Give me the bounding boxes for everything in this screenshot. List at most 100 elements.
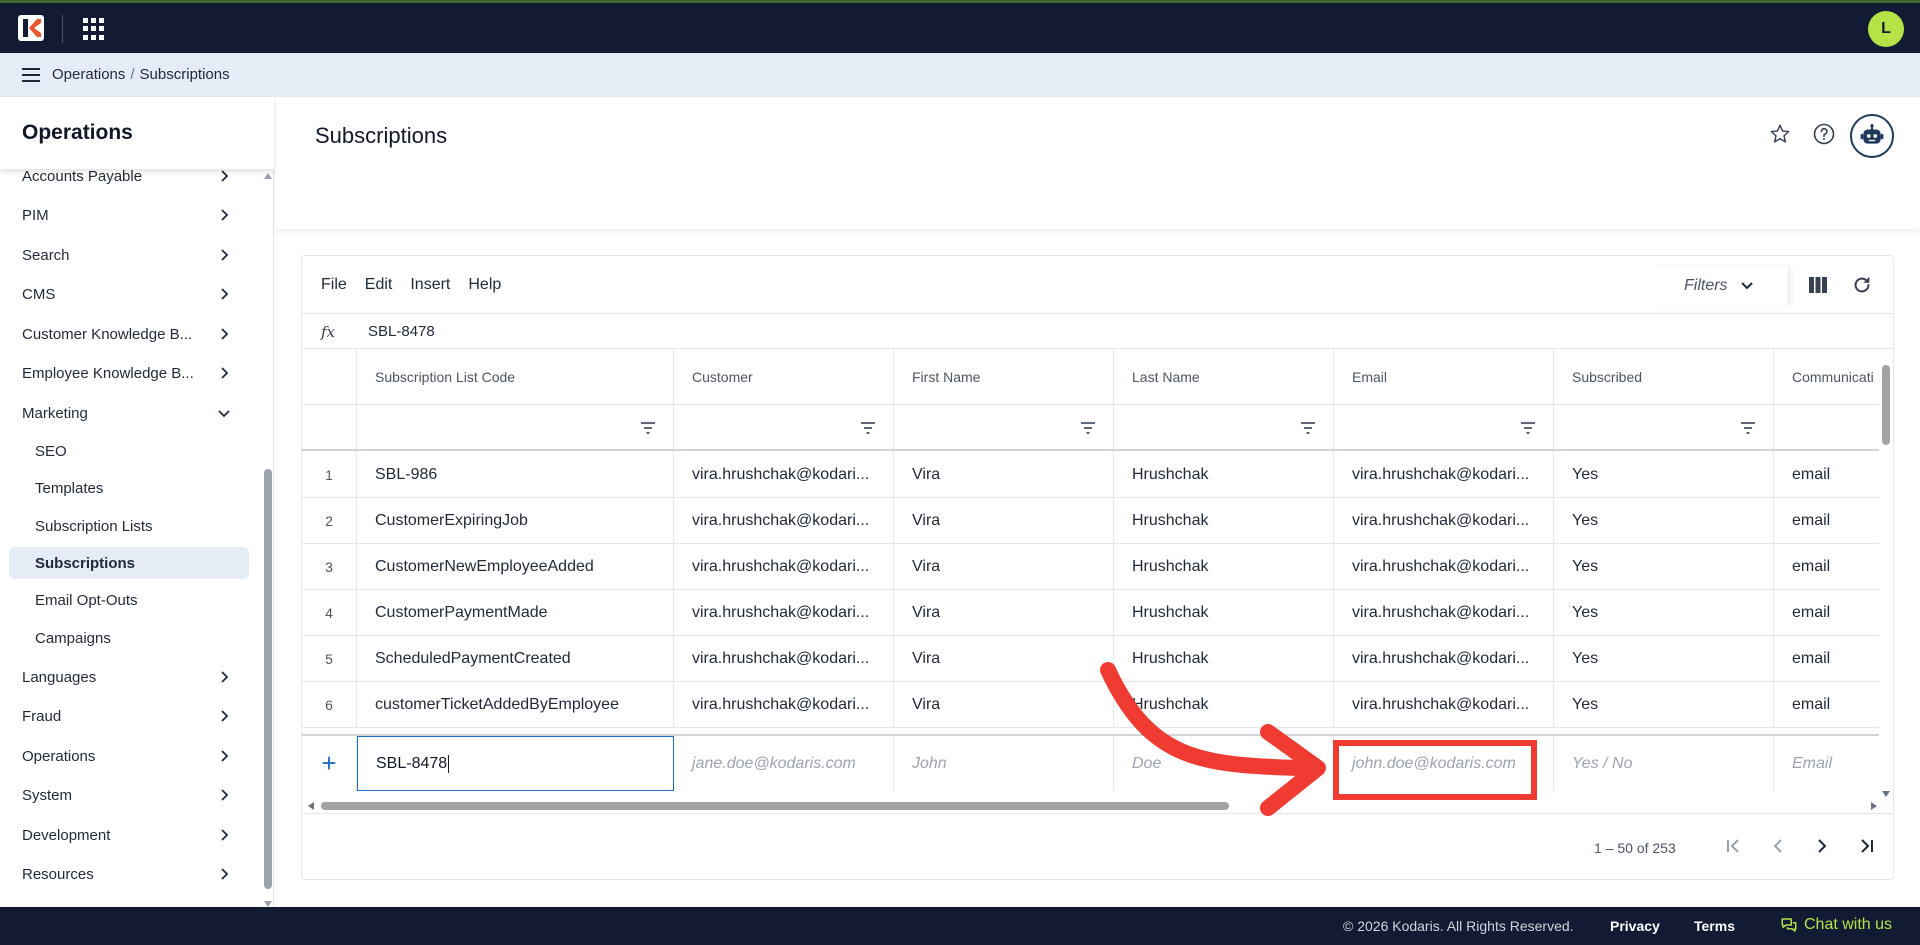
table-cell[interactable]: email	[1774, 544, 1879, 589]
column-filter-cell[interactable]	[1774, 405, 1879, 449]
table-row[interactable]: 2 CustomerExpiringJob vira.hrushchak@kodar…	[302, 498, 1879, 544]
new-row-first-name-input[interactable]: John	[894, 736, 1114, 791]
first-page-icon[interactable]	[1722, 834, 1746, 858]
column-filter-cell[interactable]	[1554, 405, 1774, 449]
table-cell[interactable]: Hrushchak	[1114, 636, 1334, 681]
sidebar-item-campaigns[interactable]: Campaigns	[0, 622, 250, 654]
grid-vertical-scrollbar[interactable]	[1879, 349, 1893, 799]
table-cell[interactable]: Yes	[1554, 498, 1774, 543]
table-cell[interactable]: vira.hrushchak@kodari...	[1334, 682, 1554, 727]
table-cell[interactable]: CustomerPaymentMade	[357, 590, 674, 635]
last-page-icon[interactable]	[1854, 834, 1878, 858]
grid-horizontal-scrollbar[interactable]	[306, 799, 1879, 813]
table-cell[interactable]: SBL-986	[357, 452, 674, 497]
user-avatar[interactable]: L	[1868, 11, 1904, 47]
table-cell[interactable]: Hrushchak	[1114, 452, 1334, 497]
column-header[interactable]: Subscription List Code	[357, 349, 674, 404]
menu-edit[interactable]: Edit	[365, 276, 393, 294]
sidebar-item-operations[interactable]: Operations	[0, 740, 250, 772]
table-cell[interactable]: vira.hrushchak@kodari...	[1334, 498, 1554, 543]
column-filter-cell[interactable]	[1114, 405, 1334, 449]
column-filter-icon[interactable]	[861, 422, 875, 434]
table-cell[interactable]: Hrushchak	[1114, 544, 1334, 589]
new-row-subscribed-input[interactable]: Yes / No	[1554, 736, 1774, 791]
table-cell[interactable]: Yes	[1554, 590, 1774, 635]
table-cell[interactable]: Hrushchak	[1114, 590, 1334, 635]
sidebar-item-languages[interactable]: Languages	[0, 661, 250, 693]
column-header[interactable]: Communicati	[1774, 349, 1879, 404]
sidebar-item-email-opt-outs[interactable]: Email Opt-Outs	[0, 584, 250, 616]
kodaris-logo-icon[interactable]	[18, 15, 44, 41]
refresh-icon[interactable]	[1850, 273, 1874, 297]
table-cell[interactable]: email	[1774, 498, 1879, 543]
column-header[interactable]: Email	[1334, 349, 1554, 404]
table-cell[interactable]: vira.hrushchak@kodari...	[1334, 590, 1554, 635]
new-row-communication-input[interactable]: Email	[1774, 736, 1879, 791]
table-cell[interactable]: Hrushchak	[1114, 682, 1334, 727]
hamburger-menu-icon[interactable]	[22, 68, 40, 82]
table-cell[interactable]: email	[1774, 452, 1879, 497]
table-row[interactable]: 1 SBL-986 vira.hrushchak@kodari... Vira Hrus…	[302, 452, 1879, 498]
new-row-customer-input[interactable]: jane.doe@kodaris.com	[674, 736, 894, 791]
footer-privacy-link[interactable]: Privacy	[1610, 918, 1660, 934]
table-row[interactable]: 3 CustomerNewEmployeeAdded vira.hrushchak@…	[302, 544, 1879, 590]
new-row-code-input[interactable]: SBL-8478	[357, 736, 674, 791]
table-cell[interactable]: Vira	[894, 682, 1114, 727]
table-cell[interactable]: CustomerExpiringJob	[357, 498, 674, 543]
table-cell[interactable]: vira.hrushchak@kodari...	[1334, 544, 1554, 589]
breadcrumb-item-operations[interactable]: Operations	[52, 66, 125, 83]
table-cell[interactable]: Vira	[894, 590, 1114, 635]
chat-with-us-button[interactable]: Chat with us	[1780, 916, 1892, 934]
columns-icon[interactable]	[1806, 273, 1830, 297]
sidebar-item-pim[interactable]: PIM	[0, 199, 250, 231]
menu-help[interactable]: Help	[468, 276, 501, 294]
add-row-button[interactable]: +	[302, 736, 357, 791]
sidebar-scrollbar[interactable]	[262, 169, 274, 907]
table-cell[interactable]: vira.hrushchak@kodari...	[1334, 636, 1554, 681]
sidebar-item-accounts-payable[interactable]: Accounts Payable	[0, 169, 250, 192]
sidebar-item-customer-knowledge-b[interactable]: Customer Knowledge B...	[0, 318, 250, 350]
table-row[interactable]: 4 CustomerPaymentMade vira.hrushchak@kodar…	[302, 590, 1879, 636]
column-filter-icon[interactable]	[1301, 422, 1315, 434]
column-filter-cell[interactable]	[674, 405, 894, 449]
sidebar-item-system[interactable]: System	[0, 779, 250, 811]
table-cell[interactable]: Hrushchak	[1114, 498, 1334, 543]
favorite-star-icon[interactable]	[1765, 119, 1795, 149]
column-header[interactable]: Subscribed	[1554, 349, 1774, 404]
sidebar-item-fraud[interactable]: Fraud	[0, 700, 250, 732]
sidebar-item-subscriptions[interactable]: Subscriptions	[9, 547, 249, 579]
table-cell[interactable]: Yes	[1554, 682, 1774, 727]
help-icon[interactable]	[1809, 119, 1839, 149]
table-cell[interactable]: CustomerNewEmployeeAdded	[357, 544, 674, 589]
sidebar-item-development[interactable]: Development	[0, 819, 250, 851]
sidebar-item-cms[interactable]: CMS	[0, 278, 250, 310]
sidebar-item-resources[interactable]: Resources	[0, 858, 250, 890]
table-cell[interactable]: vira.hrushchak@kodari...	[1334, 452, 1554, 497]
table-cell[interactable]: vira.hrushchak@kodari...	[674, 544, 894, 589]
footer-terms-link[interactable]: Terms	[1694, 918, 1735, 934]
table-cell[interactable]: vira.hrushchak@kodari...	[674, 590, 894, 635]
table-cell[interactable]: email	[1774, 590, 1879, 635]
column-filter-icon[interactable]	[641, 422, 655, 434]
table-cell[interactable]: Vira	[894, 636, 1114, 681]
column-filter-cell[interactable]	[357, 405, 674, 449]
menu-file[interactable]: File	[321, 276, 347, 294]
table-cell[interactable]: vira.hrushchak@kodari...	[674, 682, 894, 727]
sidebar-item-search[interactable]: Search	[0, 239, 250, 271]
sidebar-item-templates[interactable]: Templates	[0, 472, 250, 504]
next-page-icon[interactable]	[1810, 834, 1834, 858]
table-cell[interactable]: vira.hrushchak@kodari...	[674, 498, 894, 543]
table-cell[interactable]: Vira	[894, 452, 1114, 497]
table-cell[interactable]: email	[1774, 682, 1879, 727]
column-filter-icon[interactable]	[1081, 422, 1095, 434]
column-header[interactable]: First Name	[894, 349, 1114, 404]
column-filter-icon[interactable]	[1741, 422, 1755, 434]
table-cell[interactable]: vira.hrushchak@kodari...	[674, 636, 894, 681]
table-row[interactable]: 6 customerTicketAddedByEmployee vira.hrush…	[302, 682, 1879, 728]
assistant-bot-button[interactable]	[1850, 114, 1894, 158]
column-filter-cell[interactable]	[894, 405, 1114, 449]
table-row[interactable]: 5 ScheduledPaymentCreated vira.hrushchak@k…	[302, 636, 1879, 682]
column-header[interactable]: Last Name	[1114, 349, 1334, 404]
sidebar-item-seo[interactable]: SEO	[0, 435, 250, 467]
table-cell[interactable]: Vira	[894, 498, 1114, 543]
